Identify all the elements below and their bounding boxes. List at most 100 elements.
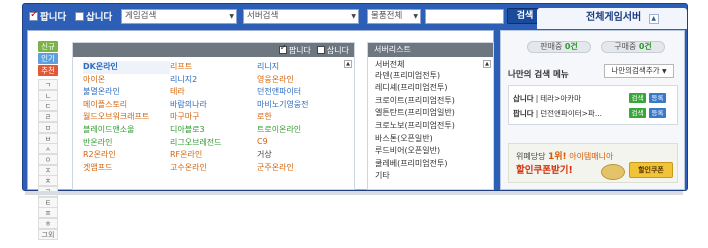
sell-filter-label: 팝니다 <box>288 45 311 55</box>
consonant-filter[interactable]: ㅂ <box>38 132 58 144</box>
consonant-filter[interactable]: ㄴ <box>38 89 58 101</box>
divider: | <box>535 93 539 103</box>
game-select[interactable]: 게임검색 ▼ <box>121 9 237 24</box>
consonant-filter[interactable]: ㅇ <box>38 153 58 165</box>
game-link[interactable]: 리니지 <box>257 61 344 74</box>
game-link[interactable]: R2온라인 <box>83 149 170 162</box>
server-item[interactable]: 크로노보(프리미엄전투) <box>368 120 493 133</box>
game-link[interactable]: 고수온라인 <box>170 162 257 175</box>
game-link[interactable]: 겟앰프드 <box>83 162 170 175</box>
game-link[interactable]: 마비노기영웅전 <box>257 99 344 112</box>
my-search-add-label: 나만의검색추가 <box>611 66 660 75</box>
consonant-filter[interactable]: 그외 <box>38 228 58 240</box>
banner-prefix: 위폐당당 <box>516 152 546 161</box>
consonant-filter[interactable]: ㅁ <box>38 121 58 133</box>
game-link[interactable]: 트로이온라인 <box>257 124 344 137</box>
consonant-filter[interactable]: ㅍ <box>38 207 58 219</box>
saved-search-button[interactable]: 검색 <box>629 93 646 103</box>
game-link[interactable]: RF온라인 <box>170 149 257 162</box>
sell-filter-checkbox[interactable] <box>278 43 287 54</box>
buying-count[interactable]: 구매중 0건 <box>601 41 665 53</box>
game-select-value: 게임검색 <box>125 11 157 21</box>
server-item[interactable]: 루드비어(오픈일반) <box>368 145 493 158</box>
consonant-filter[interactable]: ㅌ <box>38 196 58 208</box>
server-select[interactable]: 서버검색 ▼ <box>243 9 359 24</box>
consonant-filter[interactable]: ㅎ <box>38 218 58 230</box>
saved-register-button[interactable]: 등록 <box>649 108 666 118</box>
game-browser: 신규 인기 추천 ㄱㄴㄷㄹㅁㅂㅅㅇㅈㅊㅋㅌㅍㅎ그외 팝니다 삽니다 DK온라인리… <box>27 30 494 240</box>
game-link[interactable]: 군주온라인 <box>257 162 344 175</box>
server-item[interactable]: 바스톤(오픈일반) <box>368 133 493 146</box>
server-item[interactable]: 크로이트(프리미엄전투) <box>368 95 493 108</box>
saved-register-button[interactable]: 등록 <box>649 93 666 103</box>
game-row: 블레이드앤소울 디아블로3 트로이온라인 <box>83 124 353 137</box>
sell-checkbox[interactable]: 팝니다 <box>29 9 66 23</box>
server-item[interactable]: 기타 <box>368 170 493 183</box>
scroll-up-icon[interactable]: ▲ <box>344 60 352 68</box>
game-link[interactable]: DK온라인 <box>83 61 170 74</box>
consonant-filter[interactable]: ㅈ <box>38 164 58 176</box>
game-link[interactable]: 월드오브워크래프트 <box>83 111 170 124</box>
game-link[interactable]: C9 <box>257 137 344 150</box>
banner-headline: 할인쿠폰받기! <box>516 165 573 176</box>
game-link[interactable]: 아이온 <box>83 74 170 87</box>
consonant-filter[interactable]: ㅅ <box>38 143 58 155</box>
server-item[interactable]: 쿨레베(프리미엄전투) <box>368 158 493 171</box>
chevron-down-icon: ▼ <box>229 13 234 20</box>
search-input[interactable] <box>425 9 504 24</box>
consonant-filter[interactable]: ㅊ <box>38 175 58 187</box>
game-grid: DK온라인 리프트 리니지 아이온 리니지2 영웅온라인 불멸온라인 테라 던전앤파이터 메이플스… <box>83 61 353 174</box>
category-select[interactable]: 물품전체 ▼ <box>367 9 421 24</box>
game-row: 아이온 리니지2 영웅온라인 <box>83 74 353 87</box>
buy-filter-checkbox[interactable] <box>316 46 325 54</box>
game-link[interactable]: 불멸온라인 <box>83 86 170 99</box>
game-link[interactable]: 바람의나라 <box>170 99 257 112</box>
game-link[interactable]: 거상 <box>257 149 344 162</box>
selling-count-value: 0건 <box>564 42 578 51</box>
game-link[interactable]: 메이플스토리 <box>83 99 170 112</box>
tab-recommend[interactable]: 추천 <box>38 65 58 76</box>
game-link[interactable]: 리프트 <box>170 61 257 74</box>
consonant-filter[interactable]: ㄷ <box>38 100 58 112</box>
game-link[interactable]: 테라 <box>170 86 257 99</box>
game-link[interactable]: 리그오브레전드 <box>170 137 257 150</box>
my-search-add-select[interactable]: 나만의검색추가 ▼ <box>604 64 674 78</box>
saved-search-row[interactable]: 삽니다 | 테라>아카마 <box>513 92 581 104</box>
game-link[interactable]: 블레이드앤소울 <box>83 124 170 137</box>
game-link[interactable]: 로한 <box>257 111 344 124</box>
game-link[interactable]: 반온라인 <box>83 137 170 150</box>
saved-search-row[interactable]: 팝니다 | 던전앤파이터>파... <box>513 107 602 119</box>
selling-label: 판매중 <box>540 42 563 51</box>
saved-path: 테라>아카마 <box>540 93 582 103</box>
server-item[interactable]: 엘튼탄트(프리미엄일반) <box>368 107 493 120</box>
selling-count[interactable]: 판매중 0건 <box>527 41 591 53</box>
server-item[interactable]: 라덴(프리미엄전투) <box>368 70 493 83</box>
game-link[interactable]: 리니지2 <box>170 74 257 87</box>
game-row: 겟앰프드 고수온라인 군주온라인 <box>83 162 353 175</box>
scroll-up-icon[interactable]: ▲ <box>483 60 491 68</box>
tab-new[interactable]: 신규 <box>38 41 58 52</box>
game-link[interactable]: 던전앤파이터 <box>257 86 344 99</box>
game-link[interactable]: 마구마구 <box>170 111 257 124</box>
buying-label: 구매중 <box>614 42 637 51</box>
coupon-banner[interactable]: 위폐당당 1위! 아이템매니아 할인쿠폰받기! 할인쿠폰 <box>508 143 678 183</box>
game-row: 불멸온라인 테라 던전앤파이터 <box>83 86 353 99</box>
game-search-panel: 팝니다 삽니다 게임검색 ▼ 서버검색 ▼ 물품전체 ▼ 검색 전체게임서버 ▲… <box>22 3 688 240</box>
game-list: 팝니다 삽니다 DK온라인리프트리니지아이온리니지2영웅온라인불멸온라인테라던전… <box>72 42 355 190</box>
server-item[interactable]: 서버전체 <box>368 57 493 70</box>
consonant-filter[interactable]: ㄱ <box>38 79 58 90</box>
consonant-filter[interactable]: ㄹ <box>38 111 58 123</box>
saved-search-list: 삽니다 | 테라>아카마 검색 등록 팝니다 | 던전앤파이터>파... 검색 … <box>508 85 678 125</box>
buy-checkbox[interactable]: 삽니다 <box>75 10 112 23</box>
server-item[interactable]: 레디셰(프리미엄전투) <box>368 82 493 95</box>
game-link[interactable]: 디아블로3 <box>170 124 257 137</box>
all-game-server-tab[interactable]: 전체게임서버 ▲ <box>537 8 687 29</box>
game-link[interactable]: 영웅온라인 <box>257 74 344 87</box>
game-row: 월드오브워크래프트 마구마구 로한 <box>83 111 353 124</box>
buying-count-value: 0건 <box>638 42 652 51</box>
chevron-up-icon[interactable]: ▲ <box>648 14 659 24</box>
saved-type: 팝니다 <box>513 108 534 118</box>
game-row: R2온라인 RF온라인 거상 <box>83 149 353 162</box>
tab-popular[interactable]: 인기 <box>38 53 58 64</box>
saved-search-button[interactable]: 검색 <box>629 108 646 118</box>
